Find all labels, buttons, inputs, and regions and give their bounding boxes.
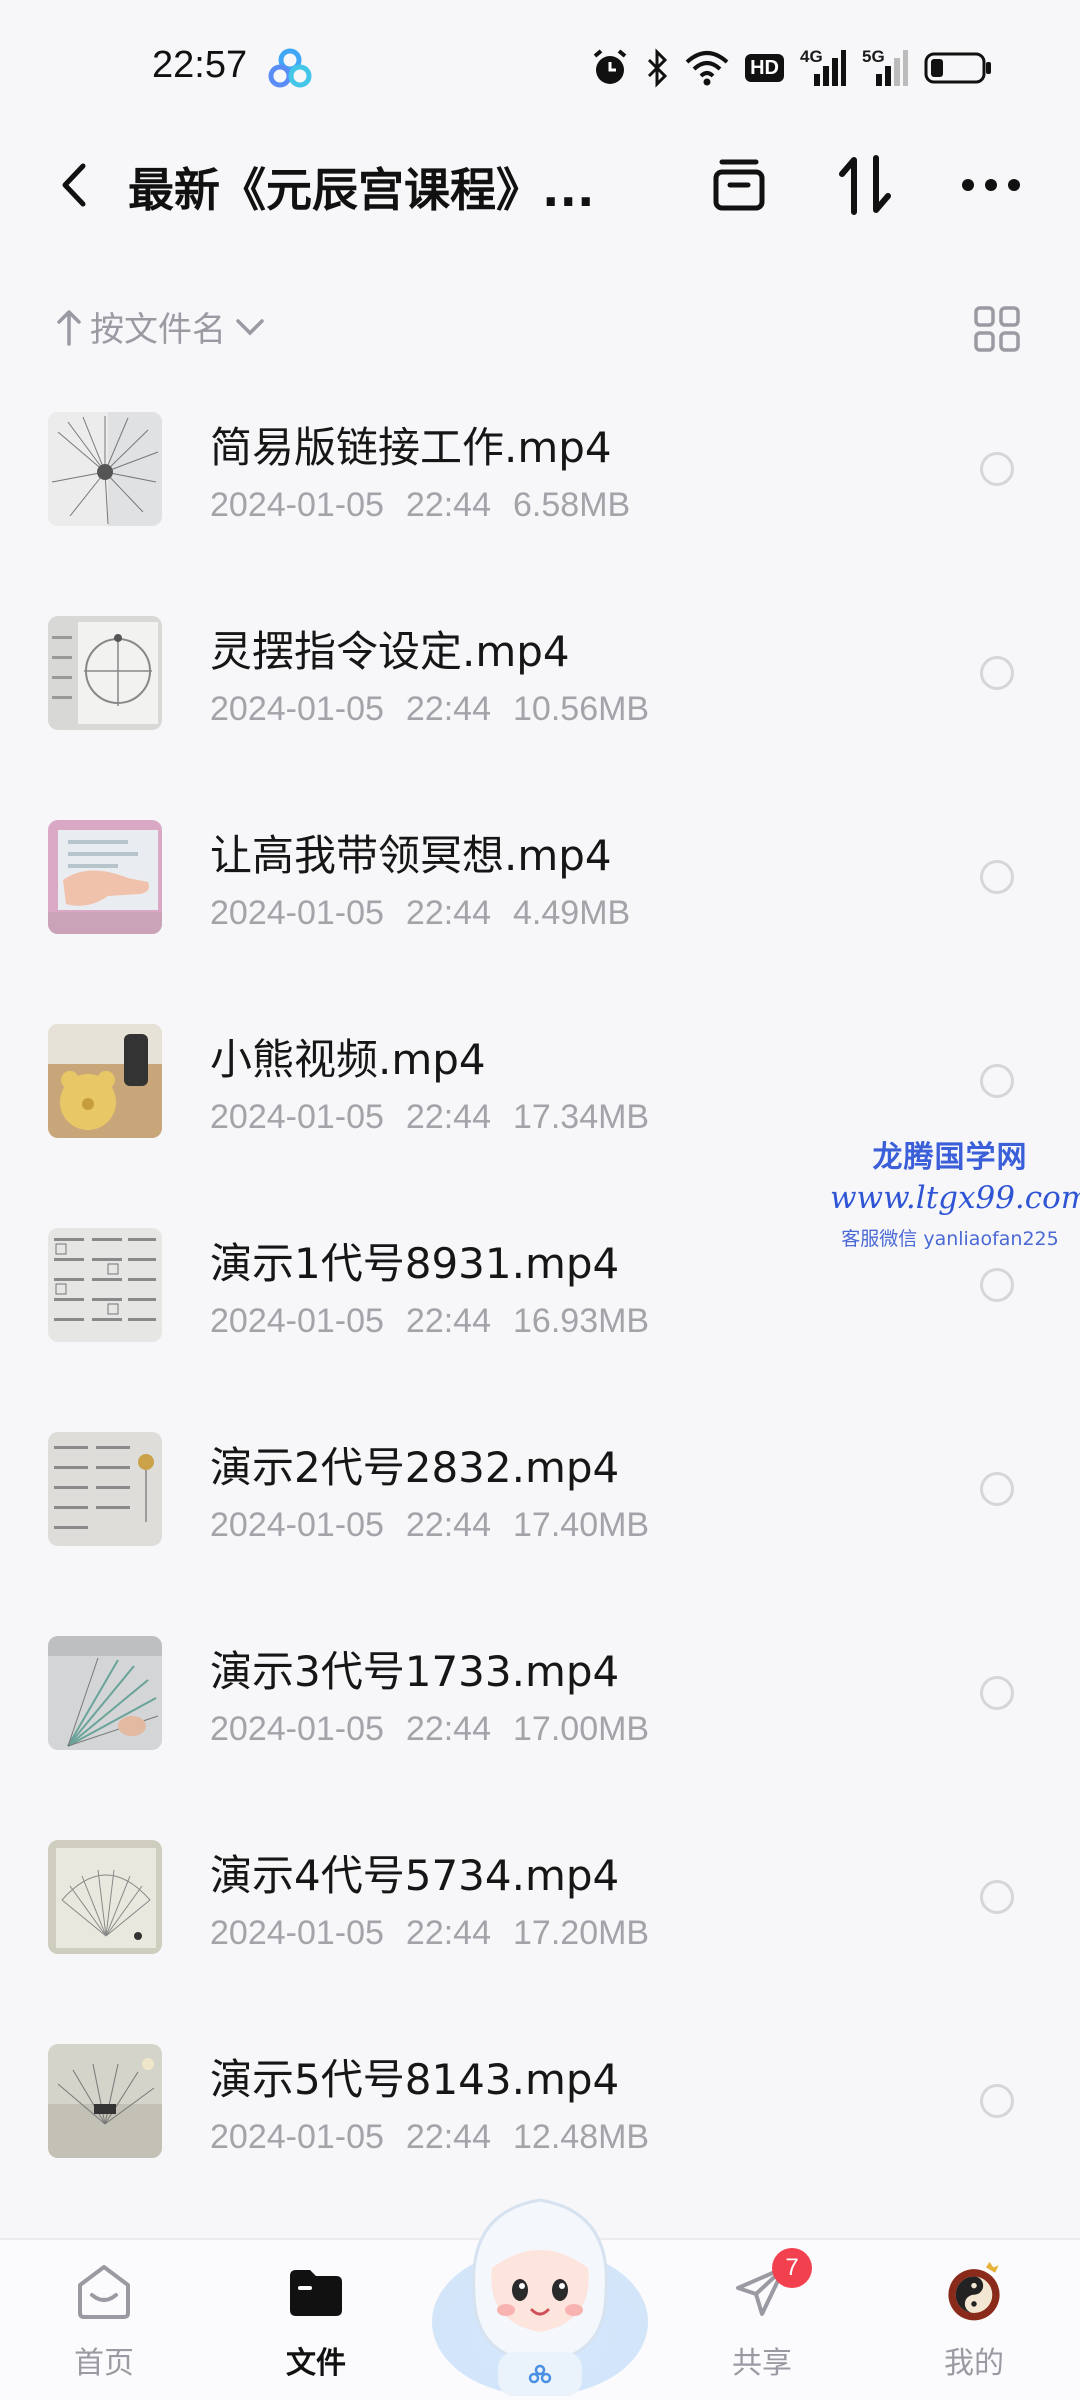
file-meta: 2024-01-05 22:44 17.00MB [210, 1710, 650, 1748]
share-badge: 7 [772, 2248, 812, 2288]
mascot-icon [432, 2198, 648, 2396]
video-thumbnail [48, 1432, 162, 1546]
grid-icon [974, 306, 1020, 352]
file-item[interactable]: 演示4代号5734.mp4 2024-01-05 22:44 17.20MB [0, 1828, 1080, 2032]
avatar [942, 2260, 1006, 2324]
video-thumbnail [48, 2044, 162, 2158]
file-meta: 2024-01-05 22:44 10.56MB [210, 690, 650, 728]
select-radio[interactable] [980, 1064, 1014, 1098]
file-name: 简易版链接工作.mp4 [210, 423, 612, 472]
nav-share[interactable]: 7 共享 [692, 2248, 832, 2390]
watermark-title: 龙腾国学网 [872, 1140, 1028, 1175]
file-name: 演示4代号5734.mp4 [210, 1851, 620, 1900]
sort-by-name-button[interactable]: 按文件名 [56, 302, 266, 351]
file-item[interactable]: 演示2代号2832.mp4 2024-01-05 22:44 17.40MB [0, 1420, 1080, 1624]
wifi-icon [685, 48, 729, 88]
select-radio[interactable] [980, 452, 1014, 486]
home-icon [72, 2260, 136, 2324]
select-radio[interactable] [980, 656, 1014, 690]
nav-share-label: 共享 [732, 2346, 792, 2381]
sort-toolbar: 按文件名 [0, 290, 1080, 370]
page-title: 最新《元辰宫课程》... [128, 163, 595, 217]
file-item[interactable]: 演示3代号1733.mp4 2024-01-05 22:44 17.00MB [0, 1624, 1080, 1828]
top-app-bar: 最新《元辰宫课程》... [0, 130, 1080, 240]
cloud-app-icon [268, 48, 312, 88]
status-icons: HD 4G 5G [591, 46, 992, 90]
archive-button[interactable] [704, 150, 774, 220]
nav-files[interactable]: 文件 [246, 2260, 386, 2390]
select-radio[interactable] [980, 1676, 1014, 1710]
file-name: 演示3代号1733.mp4 [210, 1647, 620, 1696]
hd-icon: HD [745, 48, 784, 88]
watermark: 龙腾国学网 www.ltgx99.com 客服微信 yanliaofan225 [830, 1132, 1080, 1251]
select-radio[interactable] [980, 860, 1014, 894]
more-options-button[interactable] [956, 150, 1026, 220]
watermark-url: www.ltgx99.com [830, 1180, 1080, 1216]
more-icon [962, 179, 1020, 191]
video-thumbnail [48, 1024, 162, 1138]
video-thumbnail [48, 820, 162, 934]
file-item[interactable]: 让高我带领冥想.mp4 2024-01-05 22:44 4.49MB [0, 808, 1080, 1012]
file-meta: 2024-01-05 22:44 17.34MB [210, 1098, 650, 1136]
status-time: 22:57 [152, 44, 248, 86]
sort-arrows-icon [839, 155, 891, 215]
nav-home-label: 首页 [74, 2346, 134, 2381]
video-thumbnail [48, 1636, 162, 1750]
file-name: 灵摆指令设定.mp4 [210, 627, 570, 676]
file-meta: 2024-01-05 22:44 6.58MB [210, 486, 631, 524]
bluetooth-icon [645, 48, 669, 88]
alarm-icon [591, 48, 629, 88]
assistant-mascot-button[interactable] [428, 2172, 652, 2400]
archive-icon [713, 159, 765, 211]
select-radio[interactable] [980, 2084, 1014, 2118]
file-item[interactable]: 灵摆指令设定.mp4 2024-01-05 22:44 10.56MB [0, 604, 1080, 808]
file-list: 简易版链接工作.mp4 2024-01-05 22:44 6.58MB 灵摆指令设定… [0, 400, 1080, 2236]
sort-label: 按文件名 [90, 310, 226, 350]
file-name: 演示1代号8931.mp4 [210, 1239, 620, 1288]
select-radio[interactable] [980, 1880, 1014, 1914]
sort-order-button[interactable] [830, 150, 900, 220]
video-thumbnail [48, 616, 162, 730]
arrow-up-icon [57, 309, 81, 346]
video-thumbnail [48, 1840, 162, 1954]
battery-icon [924, 48, 992, 88]
file-meta: 2024-01-05 22:44 12.48MB [210, 2118, 650, 2156]
file-name: 小熊视频.mp4 [210, 1035, 486, 1084]
paper-plane-icon: 7 [730, 2248, 812, 2324]
file-item[interactable]: 简易版链接工作.mp4 2024-01-05 22:44 6.58MB [0, 400, 1080, 604]
file-meta: 2024-01-05 22:44 4.49MB [210, 894, 631, 932]
video-thumbnail [48, 412, 162, 526]
chevron-down-icon [236, 318, 264, 335]
file-name: 演示2代号2832.mp4 [210, 1443, 620, 1492]
watermark-contact: 客服微信 yanliaofan225 [841, 1228, 1059, 1250]
video-thumbnail [48, 1228, 162, 1342]
file-meta: 2024-01-05 22:44 16.93MB [210, 1302, 650, 1340]
select-radio[interactable] [980, 1268, 1014, 1302]
back-button[interactable] [44, 152, 104, 218]
nav-home[interactable]: 首页 [34, 2260, 174, 2390]
file-name: 演示5代号8143.mp4 [210, 2055, 620, 2104]
select-radio[interactable] [980, 1472, 1014, 1506]
nav-me-label: 我的 [944, 2346, 1004, 2381]
nav-me[interactable]: 我的 [904, 2260, 1044, 2390]
file-meta: 2024-01-05 22:44 17.40MB [210, 1506, 650, 1544]
nav-files-label: 文件 [286, 2346, 346, 2381]
chevron-left-icon [62, 163, 86, 207]
status-bar: 22:57 HD 4G 5G [0, 0, 1080, 130]
signal-5g-icon: 5G [862, 48, 908, 88]
grid-view-button[interactable] [972, 304, 1022, 354]
signal-4g-icon: 4G [800, 48, 846, 88]
file-name: 让高我带领冥想.mp4 [210, 831, 612, 880]
folder-icon [284, 2260, 348, 2324]
file-meta: 2024-01-05 22:44 17.20MB [210, 1914, 650, 1952]
